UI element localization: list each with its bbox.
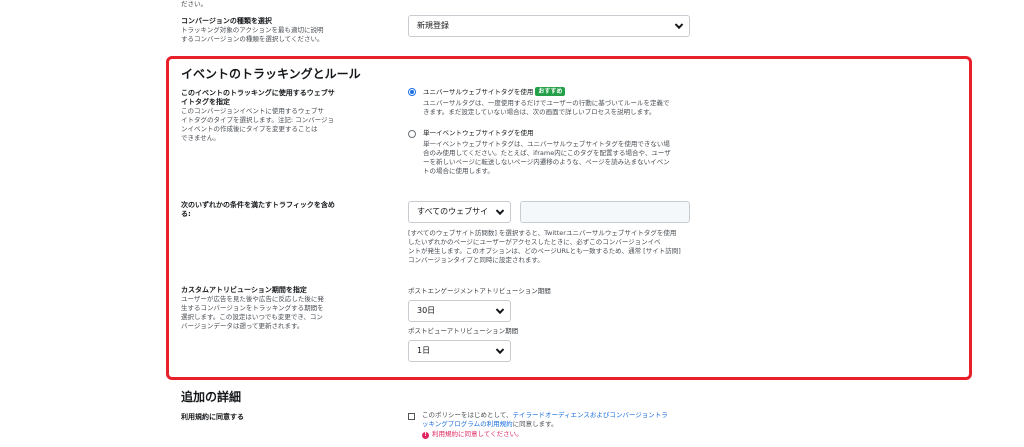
post-view-value: 1日 xyxy=(417,346,431,355)
option-universal-desc-2: きます。まだ設定していない場合は、次の画面で詳しいプロセスを説明します。 xyxy=(423,108,656,116)
traffic-help-4: コンバージョンタイプと同時に設定されます。 xyxy=(408,256,544,264)
chevron-down-icon xyxy=(495,305,505,315)
conversion-type-select[interactable]: 新規登録 xyxy=(408,15,690,37)
tag-desc-2: イトタグのタイプを選択します。注記: コンバージョ xyxy=(181,116,334,124)
traffic-label-2: る: xyxy=(181,210,191,218)
traffic-url-input[interactable] xyxy=(520,201,690,223)
post-engagement-select[interactable]: 30日 xyxy=(408,300,511,322)
option-single-desc-4: トの場合に使用します。 xyxy=(423,167,494,175)
conversion-type-desc-2: するコンバージョンの種類を選択してください。 xyxy=(181,35,324,43)
tag-label-2: イトタグを指定 xyxy=(181,98,230,106)
traffic-label-1: 次のいずれかの条件を満たすトラフィックを含め xyxy=(181,201,335,209)
option-single-label[interactable]: 単一イベントウェブサイトタグを使用 xyxy=(423,129,534,138)
tag-desc-1: このコンバージョンイベントに使用するウェブサ xyxy=(181,107,324,115)
conversion-type-desc-1: トラッキング対象のアクションを最も適切に説明 xyxy=(181,26,324,34)
event-section-title: イベントのトラッキングとルール xyxy=(181,67,361,81)
option-single-desc-2: 合のみ使用してください。たとえば、iframe内にこのタグを配置する場合や、ユー… xyxy=(423,149,671,157)
traffic-condition-select[interactable]: すべてのウェブサイ xyxy=(408,201,511,223)
option-universal-desc-1: ユニバーサルタグは、一度使用するだけでユーザーの行動に基づいてルールを定義で xyxy=(423,99,670,107)
attribution-desc-3: 選択します。この設定はいつでも変更でき、コン xyxy=(181,313,323,321)
post-view-select[interactable]: 1日 xyxy=(408,340,511,362)
post-view-label: ポストビューアトリビューション期間 xyxy=(408,327,519,335)
terms-link-1[interactable]: テイラードオーディエンスおよびコンバージョントラ xyxy=(512,411,667,419)
option-universal-label: ユニバーサルウェブサイトタグを使用 xyxy=(423,88,534,96)
attribution-label: カスタムアトリビューション期間を指定 xyxy=(181,286,307,294)
traffic-condition-selected: すべてのウェブサイ xyxy=(417,207,489,216)
recommended-badge: おすすめ xyxy=(535,87,566,96)
terms-checkbox[interactable] xyxy=(408,413,415,420)
chevron-down-icon xyxy=(674,20,684,30)
radio-universal-tag[interactable] xyxy=(408,88,416,96)
terms-error: ! 利用規約に同意してください。 xyxy=(422,430,523,439)
terms-error-text: 利用規約に同意してください。 xyxy=(432,430,523,438)
conversion-type-selected: 新規登録 xyxy=(417,21,449,30)
terms-label: 利用規約に同意する xyxy=(181,413,244,421)
traffic-help-3: ントが発生します。このオプションは、どのページURLとも一致するため、通常 [サ… xyxy=(408,247,681,255)
attribution-desc-1: ユーザーが広告を見た後や広告に反応した後に発 xyxy=(181,295,324,303)
terms-text-post: に同意します。 xyxy=(512,420,558,428)
error-icon: ! xyxy=(422,432,429,439)
terms-link-2[interactable]: ッキングプログラムの利用規約 xyxy=(422,420,513,428)
terms-text-line-2: ッキングプログラムの利用規約に同意します。 xyxy=(422,420,557,429)
attribution-desc-2: 生するコンバージョンをトラッキングする期間を xyxy=(181,304,324,312)
traffic-help-1: [すべてのウェブサイト訪問数] を選択すると、Twitterユニバーサルウェブサ… xyxy=(408,229,677,237)
conversion-type-label: コンバージョンの種類を選択 xyxy=(181,17,272,25)
chevron-down-icon xyxy=(495,345,505,355)
radio-single-event-tag[interactable] xyxy=(408,130,416,138)
traffic-help-2: したいずれかのページにユーザーがアクセスしたときに、必ずこのコンバージョンイベ xyxy=(408,238,661,246)
option-single-desc-1: 単一イベントウェブサイトタグは、ユニバーサルウェブサイトタグを使用できない場 xyxy=(423,140,670,148)
post-engagement-label: ポストエンゲージメントアトリビューション期間 xyxy=(408,287,551,295)
post-engagement-value: 30日 xyxy=(417,306,436,315)
tag-desc-3: ンイベントの作成後にタイプを変更することは xyxy=(181,125,318,133)
tag-desc-4: できません。 xyxy=(181,134,220,142)
terms-text-pre: このポリシーをはじめとして、 xyxy=(422,411,513,419)
option-single-desc-3: ーを新しいページに転送しないページ内遷移のような、ページを読み込まないイベン xyxy=(423,158,670,166)
details-section-title: 追加の詳細 xyxy=(181,390,242,404)
top-text-fragment: ださい。 xyxy=(181,0,207,8)
terms-text-line-1: このポリシーをはじめとして、テイラードオーディエンスおよびコンバージョントラ xyxy=(422,411,668,420)
attribution-desc-4: バージョンデータは遡って更新されます。 xyxy=(181,322,304,330)
chevron-down-icon xyxy=(495,206,505,216)
option-universal[interactable]: ユニバーサルウェブサイトタグを使用 おすすめ xyxy=(423,87,566,97)
